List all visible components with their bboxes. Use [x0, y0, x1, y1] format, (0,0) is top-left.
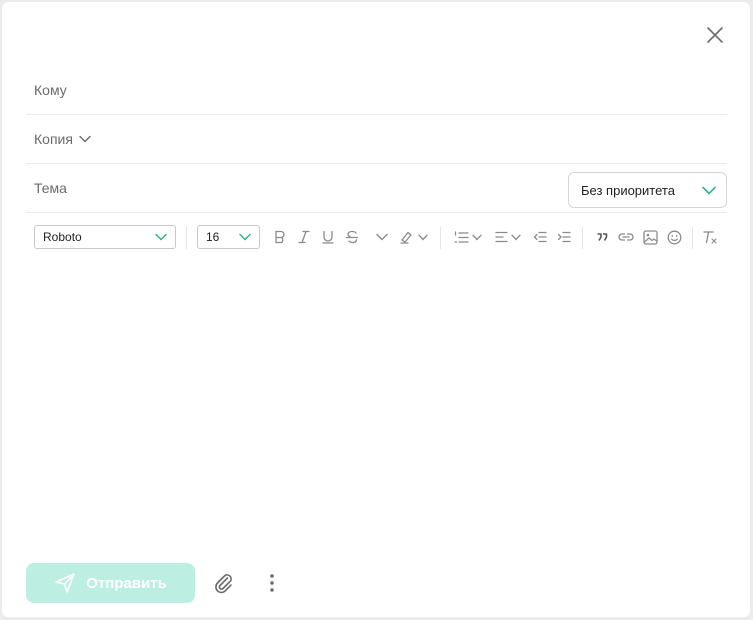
attach-button[interactable] [210, 569, 238, 597]
quote-icon [597, 233, 608, 241]
outdent-icon [533, 231, 547, 243]
clear-formatting-icon [703, 231, 717, 244]
subject-field[interactable]: Тема Без приоритета [26, 164, 727, 213]
italic-icon [298, 230, 310, 244]
cc-label: Копия [34, 131, 73, 147]
align-button[interactable] [492, 227, 524, 247]
send-icon [55, 573, 76, 593]
toolbar-divider [186, 227, 187, 249]
message-body-editor[interactable] [26, 264, 727, 544]
emoji-icon [667, 230, 681, 244]
align-left-icon [495, 231, 508, 243]
subject-label: Тема [34, 180, 67, 196]
outdent-button[interactable] [530, 227, 550, 247]
send-button[interactable]: Отправить [26, 563, 195, 603]
image-icon [642, 229, 658, 245]
font-size-value: 16 [206, 230, 220, 244]
close-button[interactable] [702, 22, 728, 48]
formatting-toolbar: Roboto 16 [34, 224, 734, 250]
close-icon [707, 27, 723, 43]
chevron-down-icon [376, 233, 388, 241]
text-color-button[interactable] [372, 227, 392, 247]
send-label: Отправить [86, 574, 167, 592]
link-button[interactable] [616, 227, 636, 247]
priority-select[interactable]: Без приоритета [568, 172, 727, 208]
chevron-down-icon [511, 234, 521, 240]
toolbar-divider [582, 227, 583, 249]
bold-button[interactable] [270, 227, 290, 247]
to-label: Кому [34, 82, 67, 98]
chevron-down-icon [239, 233, 251, 241]
chevron-down-icon [417, 234, 428, 240]
link-icon [618, 233, 634, 241]
underline-button[interactable] [318, 227, 338, 247]
more-options-button[interactable] [262, 569, 282, 597]
quote-button[interactable] [592, 227, 612, 247]
clear-formatting-button[interactable] [700, 227, 720, 247]
indent-button[interactable] [554, 227, 574, 247]
emoji-button[interactable] [664, 227, 684, 247]
list-button[interactable] [452, 227, 484, 247]
cc-field[interactable]: Копия [26, 115, 727, 164]
compose-footer: Отправить [26, 563, 326, 603]
priority-value: Без приоритета [581, 182, 675, 198]
insert-image-button[interactable] [640, 227, 660, 247]
underline-icon [322, 230, 334, 244]
chevron-down-icon [702, 186, 716, 195]
highlighter-icon [399, 231, 412, 244]
cc-toggle[interactable]: Копия [26, 131, 91, 147]
italic-button[interactable] [294, 227, 314, 247]
numbered-list-icon [454, 230, 469, 243]
toolbar-divider [440, 227, 441, 249]
more-vertical-icon [270, 574, 274, 592]
chevron-down-icon [79, 135, 91, 143]
strikethrough-button[interactable] [342, 227, 362, 247]
paperclip-icon [215, 574, 232, 594]
font-size-select[interactable]: 16 [197, 225, 260, 249]
toolbar-divider [692, 227, 693, 249]
chevron-down-icon [155, 233, 167, 241]
indent-icon [557, 231, 571, 243]
bold-icon [275, 230, 285, 244]
font-family-select[interactable]: Roboto [34, 225, 176, 249]
to-field[interactable]: Кому [26, 66, 727, 115]
strikethrough-icon [345, 230, 359, 244]
compose-dialog: Кому Копия Тема Без приоритета Roboto 16… [2, 2, 750, 617]
font-family-value: Roboto [43, 230, 82, 244]
chevron-down-icon [472, 234, 482, 240]
highlight-color-button[interactable] [396, 227, 430, 247]
